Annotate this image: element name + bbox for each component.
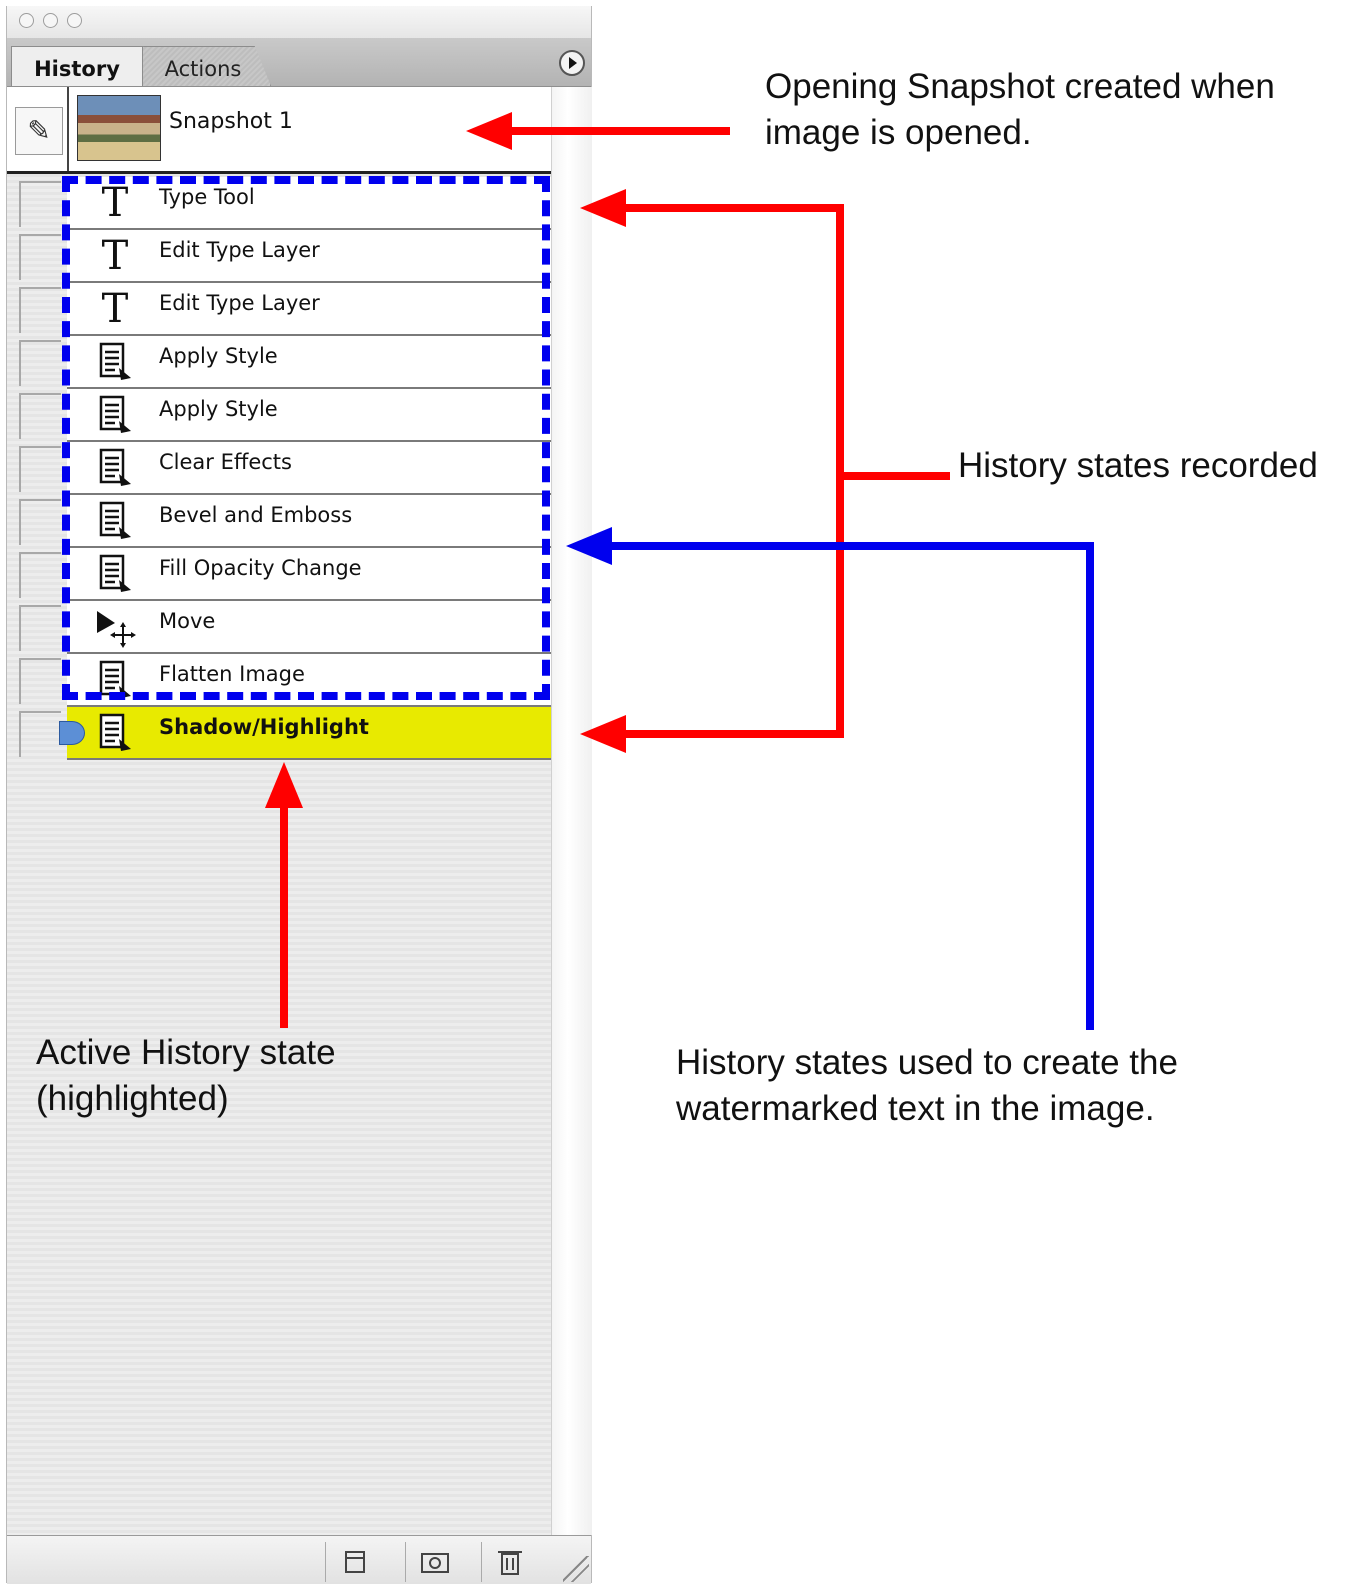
annotation-arrows — [265, 112, 1094, 1030]
states-recorded-annotation: History states recorded — [958, 446, 1318, 485]
tab-history[interactable]: History — [11, 46, 143, 86]
active-state-arrow — [265, 762, 303, 1028]
states-used-arrow — [566, 527, 1094, 1030]
active-state-annotation: Active History state (highlighted) — [36, 1033, 336, 1118]
opening-snapshot-annotation: Opening Snapshot created when image is o… — [765, 67, 1275, 152]
states-recorded-bracket — [580, 189, 950, 753]
states-used-annotation: History states used to create the waterm… — [676, 1043, 1178, 1128]
snapshot-arrow — [466, 112, 730, 150]
